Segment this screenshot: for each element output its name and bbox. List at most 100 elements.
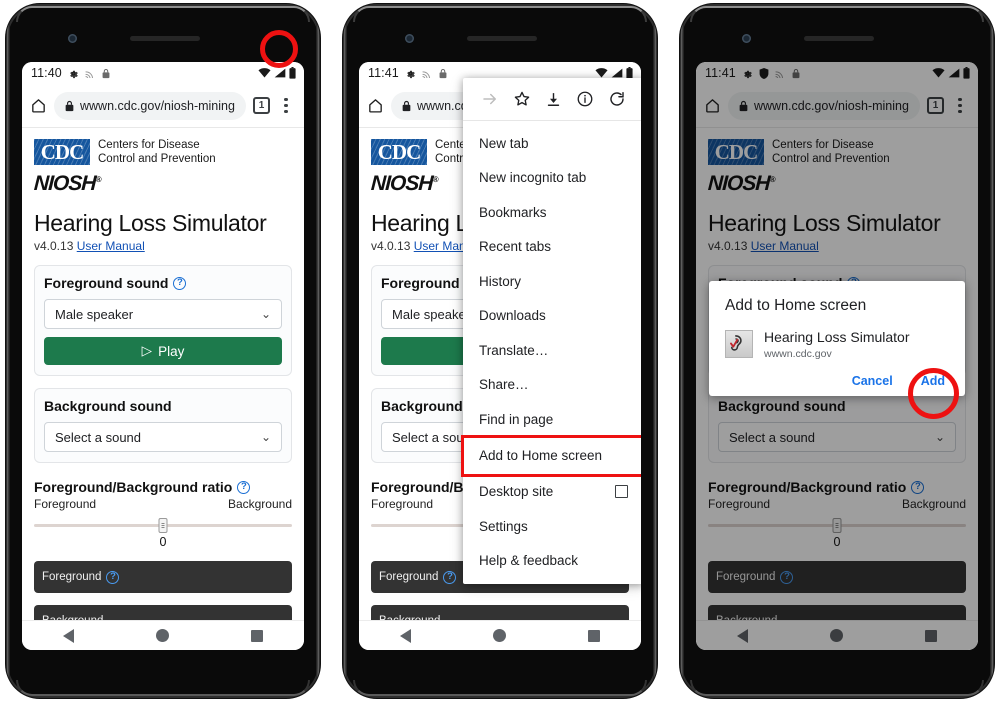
page-title: Hearing Loss Simulator	[708, 210, 941, 237]
bookmark-star-icon[interactable]	[511, 88, 533, 110]
recents-square-icon[interactable]	[925, 629, 937, 642]
menu-item-history[interactable]: History	[463, 264, 641, 299]
question-mark-icon[interactable]: ?	[237, 480, 251, 494]
background-sound-value: Select a sound	[729, 429, 816, 445]
background-sound-select[interactable]: Select a sound ⌄	[44, 422, 282, 453]
foreground-sound-select[interactable]: Male speaker ⌄	[44, 299, 282, 330]
cdc-logo: CDC Centers for Disease Control and Prev…	[708, 138, 966, 166]
recents-square-icon[interactable]	[251, 629, 263, 642]
menu-item-label: Translate…	[479, 342, 549, 358]
kebab-menu-icon[interactable]	[951, 97, 969, 114]
cast-icon	[775, 68, 786, 79]
front-camera-icon	[742, 34, 751, 43]
menu-item-new-incognito-tab[interactable]: New incognito tab	[463, 161, 641, 196]
question-mark-icon[interactable]: ?	[106, 570, 120, 584]
menu-item-label: Bookmarks	[479, 204, 547, 220]
android-nav-bar	[696, 620, 978, 650]
menu-item-recent-tabs[interactable]: Recent tabs	[463, 230, 641, 265]
play-button-label: Play	[158, 343, 185, 359]
reload-icon[interactable]	[606, 88, 628, 110]
battery-icon	[963, 67, 970, 79]
menu-item-label: Settings	[479, 518, 528, 534]
play-button[interactable]: ▷ Play	[44, 337, 282, 366]
cdc-line-1: Centers for Disease	[772, 139, 874, 151]
ratio-slider[interactable]	[34, 518, 292, 534]
background-sound-select[interactable]: Select a sound ⌄	[718, 422, 956, 453]
cdc-line-1: Centers for Disease	[98, 139, 200, 151]
menu-item-downloads[interactable]: Downloads	[463, 299, 641, 334]
home-icon[interactable]	[367, 97, 384, 114]
front-camera-icon	[405, 34, 414, 43]
cdc-logo-words: Centers for Disease Control and Preventi…	[772, 138, 890, 166]
menu-top-icon-row	[463, 78, 641, 121]
question-mark-icon[interactable]: ?	[911, 480, 925, 494]
home-icon[interactable]	[704, 97, 721, 114]
menu-item-translate[interactable]: Translate…	[463, 333, 641, 368]
back-triangle-icon[interactable]	[400, 628, 411, 643]
phone-3-screen: 11:41 wwwn.cdc.gov/niosh-mining 1 CDC Ce…	[696, 62, 978, 650]
home-icon[interactable]	[30, 97, 47, 114]
add-button[interactable]: Add	[921, 374, 945, 388]
tab-counter[interactable]: 1	[253, 97, 270, 114]
menu-item-find-in-page[interactable]: Find in page	[463, 402, 641, 437]
front-camera-icon	[68, 34, 77, 43]
menu-item-label: New incognito tab	[479, 170, 587, 186]
foreground-panel-label: Foreground	[716, 571, 776, 584]
phone-2-screen: 11:41 wwwn.cdc.gov/niosh-mining	[359, 62, 641, 650]
menu-item-settings[interactable]: Settings	[463, 509, 641, 544]
question-mark-icon[interactable]: ?	[443, 570, 457, 584]
back-triangle-icon[interactable]	[63, 628, 74, 643]
menu-item-help-feedback[interactable]: Help & feedback	[463, 544, 641, 579]
browser-omnibox: wwwn.cdc.gov/niosh-mining 1	[696, 84, 978, 128]
signal-icon	[948, 68, 960, 78]
ratio-right-label: Background	[227, 497, 292, 512]
lock-icon	[439, 68, 447, 79]
kebab-menu-icon[interactable]	[277, 97, 295, 114]
home-circle-icon[interactable]	[830, 629, 843, 642]
background-sound-card: Background sound Select a sound ⌄	[708, 388, 966, 464]
cdc-logo-mark: CDC	[371, 139, 427, 166]
cdc-logo-text: CDC	[40, 139, 84, 164]
foreground-sound-value: Male speaker	[55, 306, 134, 322]
status-left: 11:40	[31, 66, 110, 80]
home-circle-icon[interactable]	[493, 629, 506, 642]
menu-item-add-to-home-screen[interactable]: Add to Home screen	[461, 434, 641, 477]
recents-square-icon[interactable]	[588, 629, 600, 642]
url-bar[interactable]: wwwn.cdc.gov/niosh-mining	[54, 91, 246, 120]
cancel-button[interactable]: Cancel	[852, 374, 893, 388]
ratio-slider[interactable]	[708, 518, 966, 534]
background-sound-card: Background sound Select a sound ⌄	[34, 388, 292, 464]
forward-arrow-icon[interactable]	[479, 88, 501, 110]
page-info-icon[interactable]	[574, 88, 596, 110]
slider-thumb[interactable]	[158, 518, 168, 534]
foreground-panel[interactable]: Foreground ?	[708, 561, 966, 594]
menu-item-desktop-site[interactable]: Desktop site	[463, 475, 641, 510]
version-row: v4.0.13 User Manual	[708, 239, 966, 253]
ratio-end-labels: Foreground Background	[708, 497, 966, 511]
dialog-body: Hearing Loss Simulator wwwn.cdc.gov	[725, 329, 949, 360]
home-circle-icon[interactable]	[156, 629, 169, 642]
tab-counter[interactable]: 1	[927, 97, 944, 114]
menu-item-new-tab[interactable]: New tab	[463, 126, 641, 161]
status-time: 11:40	[31, 66, 62, 80]
foreground-panel[interactable]: Foreground ?	[34, 561, 292, 594]
desktop-site-checkbox[interactable]	[615, 485, 628, 499]
ratio-left-label: Foreground	[708, 497, 771, 512]
menu-item-share[interactable]: Share…	[463, 368, 641, 403]
back-triangle-icon[interactable]	[737, 628, 748, 643]
menu-item-bookmarks[interactable]: Bookmarks	[463, 195, 641, 230]
background-sound-value: Select a sound	[55, 429, 142, 445]
cast-icon	[85, 68, 96, 79]
slider-thumb[interactable]	[832, 518, 842, 534]
user-manual-link[interactable]: User Manual	[751, 239, 819, 253]
user-manual-link[interactable]: User Manual	[77, 239, 145, 253]
foreground-panel-label: Foreground	[379, 571, 439, 584]
question-mark-icon[interactable]: ?	[780, 570, 794, 584]
cdc-logo-text: CDC	[377, 139, 421, 164]
url-bar[interactable]: wwwn.cdc.gov/niosh-mining	[728, 91, 920, 120]
download-icon[interactable]	[543, 88, 565, 110]
dialog-app-info: Hearing Loss Simulator wwwn.cdc.gov	[764, 329, 910, 360]
foreground-panel-label: Foreground	[42, 571, 102, 584]
cdc-logo: CDC Centers for Disease Control and Prev…	[34, 138, 292, 166]
question-mark-icon[interactable]: ?	[173, 276, 187, 290]
